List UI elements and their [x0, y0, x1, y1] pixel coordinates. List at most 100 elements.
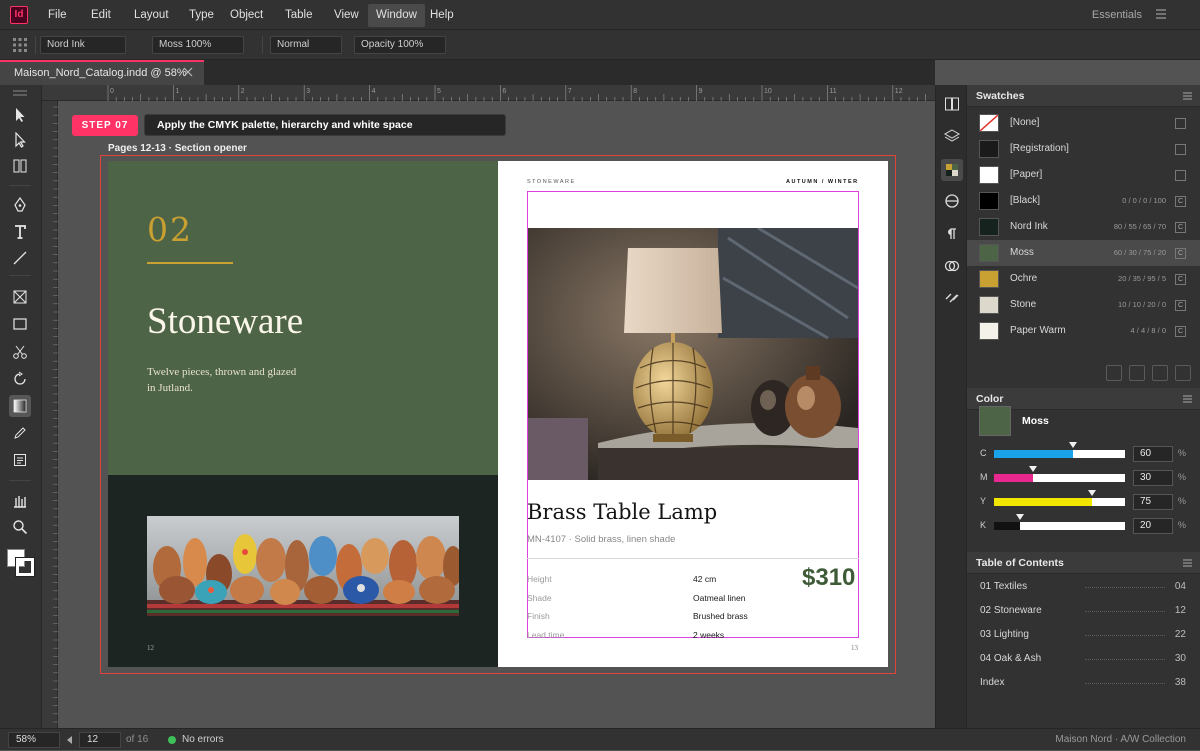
preflight-status-icon[interactable] [168, 736, 176, 744]
pottery-image [147, 516, 459, 616]
menu-type[interactable]: Type [181, 0, 222, 30]
channel-slider[interactable] [994, 466, 1125, 482]
paragraph-panel-button[interactable] [941, 223, 963, 245]
note-tool[interactable] [9, 449, 31, 471]
free-transform-tool[interactable] [9, 368, 31, 390]
workspace-switcher[interactable]: Essentials [1092, 0, 1142, 30]
channel-slider[interactable] [994, 514, 1125, 530]
new-color-group-button[interactable] [1129, 365, 1145, 381]
step-instruction: Apply the CMYK palette, hierarchy and wh… [144, 114, 506, 136]
swatch-chip [979, 166, 999, 184]
menu-file[interactable]: File [40, 0, 75, 30]
fill-swatch-field[interactable]: Nord Ink [40, 36, 126, 54]
opacity-field[interactable]: Opacity 100% [354, 36, 446, 54]
slider-thumb-icon[interactable] [1068, 442, 1077, 448]
links-panel-button[interactable] [941, 286, 963, 308]
swatch-cmyk-values: 10 / 10 / 20 / 0 [1118, 300, 1166, 309]
stroke-panel-button[interactable] [941, 190, 963, 212]
pottery-photo[interactable] [147, 516, 459, 616]
toc-entry[interactable]: 02 Stoneware 12 [967, 599, 1200, 623]
swatch-row[interactable]: [None] [967, 110, 1200, 136]
preflight-status[interactable]: No errors [182, 729, 224, 751]
rectangle-icon [13, 318, 27, 330]
spec-value: Brushed brass [693, 611, 748, 621]
section-number[interactable]: 02 [147, 210, 193, 249]
stroke-swatch-field[interactable]: Moss 100% [152, 36, 244, 54]
type-tool[interactable] [9, 221, 31, 243]
toc-entry[interactable]: Index 38 [967, 671, 1200, 695]
menu-view[interactable]: View [326, 0, 367, 30]
page-tool[interactable] [9, 155, 31, 177]
swatches-panel-button[interactable] [941, 159, 963, 181]
reference-point-icon[interactable] [12, 37, 28, 53]
pencil-tool[interactable] [9, 422, 31, 444]
channel-slider[interactable] [994, 490, 1125, 506]
slider-thumb-icon[interactable] [1088, 490, 1097, 496]
section-title[interactable]: Stoneware [147, 300, 303, 343]
slider-thumb-icon[interactable] [1029, 466, 1038, 472]
rectangle-tool[interactable] [9, 313, 31, 335]
pilcrow-icon [948, 228, 956, 239]
menu-table[interactable]: Table [277, 0, 321, 30]
gradient-tool[interactable] [9, 395, 31, 417]
scissors-tool[interactable] [9, 341, 31, 363]
product-price[interactable]: $310 [802, 564, 855, 592]
swatch-row[interactable]: [Black] 0 / 0 / 0 / 100 C [967, 188, 1200, 214]
menu-edit[interactable]: Edit [83, 0, 119, 30]
close-icon[interactable] [183, 67, 193, 77]
blend-mode-field[interactable]: Normal [270, 36, 342, 54]
toc-panel-header[interactable]: Table of Contents [967, 552, 1200, 574]
channel-value-field[interactable]: 20 [1133, 518, 1173, 534]
channel-value-field[interactable]: 30 [1133, 470, 1173, 486]
menu-object[interactable]: Object [222, 0, 271, 30]
toc-entry[interactable]: 03 Lighting 22 [967, 623, 1200, 647]
swatch-row[interactable]: [Registration] [967, 136, 1200, 162]
swatch-row[interactable]: Moss 60 / 30 / 75 / 20 C [967, 240, 1200, 266]
previous-page-icon[interactable] [66, 735, 74, 745]
channel-value-field[interactable]: 75 [1133, 494, 1173, 510]
pages-panel-button[interactable] [941, 93, 963, 115]
pen-tool[interactable] [9, 194, 31, 216]
rectangle-frame-tool[interactable] [9, 286, 31, 308]
section-description[interactable]: Twelve pieces, thrown and glazed in Jutl… [147, 364, 297, 396]
effects-panel-button[interactable] [941, 255, 963, 277]
product-title[interactable]: Brass Table Lamp [527, 500, 717, 524]
product-sku[interactable]: MN-4107 · Solid brass, linen shade [527, 534, 675, 545]
menu-window[interactable]: Window [368, 4, 425, 27]
panel-collapse-icon[interactable] [12, 90, 28, 96]
document-tab[interactable]: Maison_Nord_Catalog.indd @ 58% [0, 60, 204, 85]
spread-label: Pages 12-13 · Section opener [108, 143, 247, 154]
swatch-row[interactable]: Stone 10 / 10 / 20 / 0 C [967, 292, 1200, 318]
swatch-row[interactable]: Ochre 20 / 35 / 95 / 5 C [967, 266, 1200, 292]
panel-menu-icon[interactable] [1183, 394, 1192, 404]
ruler-tick-label: 6 [502, 88, 506, 95]
zoom-level-field[interactable]: 58% [8, 732, 60, 748]
new-swatch-button[interactable] [1152, 365, 1168, 381]
ruler-tick-label: 5 [437, 88, 441, 95]
swatch-view-button[interactable] [1106, 365, 1122, 381]
color-chip[interactable] [979, 406, 1011, 436]
swatch-row[interactable]: Paper Warm 4 / 4 / 8 / 0 C [967, 318, 1200, 344]
layers-panel-button[interactable] [941, 125, 963, 147]
line-tool[interactable] [9, 247, 31, 269]
menu-help[interactable]: Help [422, 0, 462, 30]
swatches-panel-header[interactable]: Swatches [967, 85, 1200, 107]
panel-menu-icon[interactable] [1183, 558, 1192, 568]
toc-entry[interactable]: 01 Textiles 04 [967, 575, 1200, 599]
hamburger-menu-icon[interactable] [1156, 8, 1166, 20]
eyedropper-tool[interactable] [9, 490, 31, 512]
swatch-row[interactable]: Nord Ink 80 / 55 / 65 / 70 C [967, 214, 1200, 240]
menu-layout[interactable]: Layout [126, 0, 177, 30]
fill-stroke-proxy[interactable] [7, 549, 35, 577]
direct-selection-tool[interactable] [9, 129, 31, 151]
swatch-row[interactable]: [Paper] [967, 162, 1200, 188]
page-number-field[interactable]: 12 [79, 732, 121, 748]
channel-value-field[interactable]: 60 [1133, 446, 1173, 462]
slider-thumb-icon[interactable] [1016, 514, 1025, 520]
delete-swatch-button[interactable] [1175, 365, 1191, 381]
channel-slider[interactable] [994, 442, 1125, 458]
toc-entry[interactable]: 04 Oak & Ash 30 [967, 647, 1200, 671]
selection-tool[interactable] [9, 104, 31, 126]
panel-menu-icon[interactable] [1183, 91, 1192, 101]
zoom-tool[interactable] [9, 516, 31, 538]
